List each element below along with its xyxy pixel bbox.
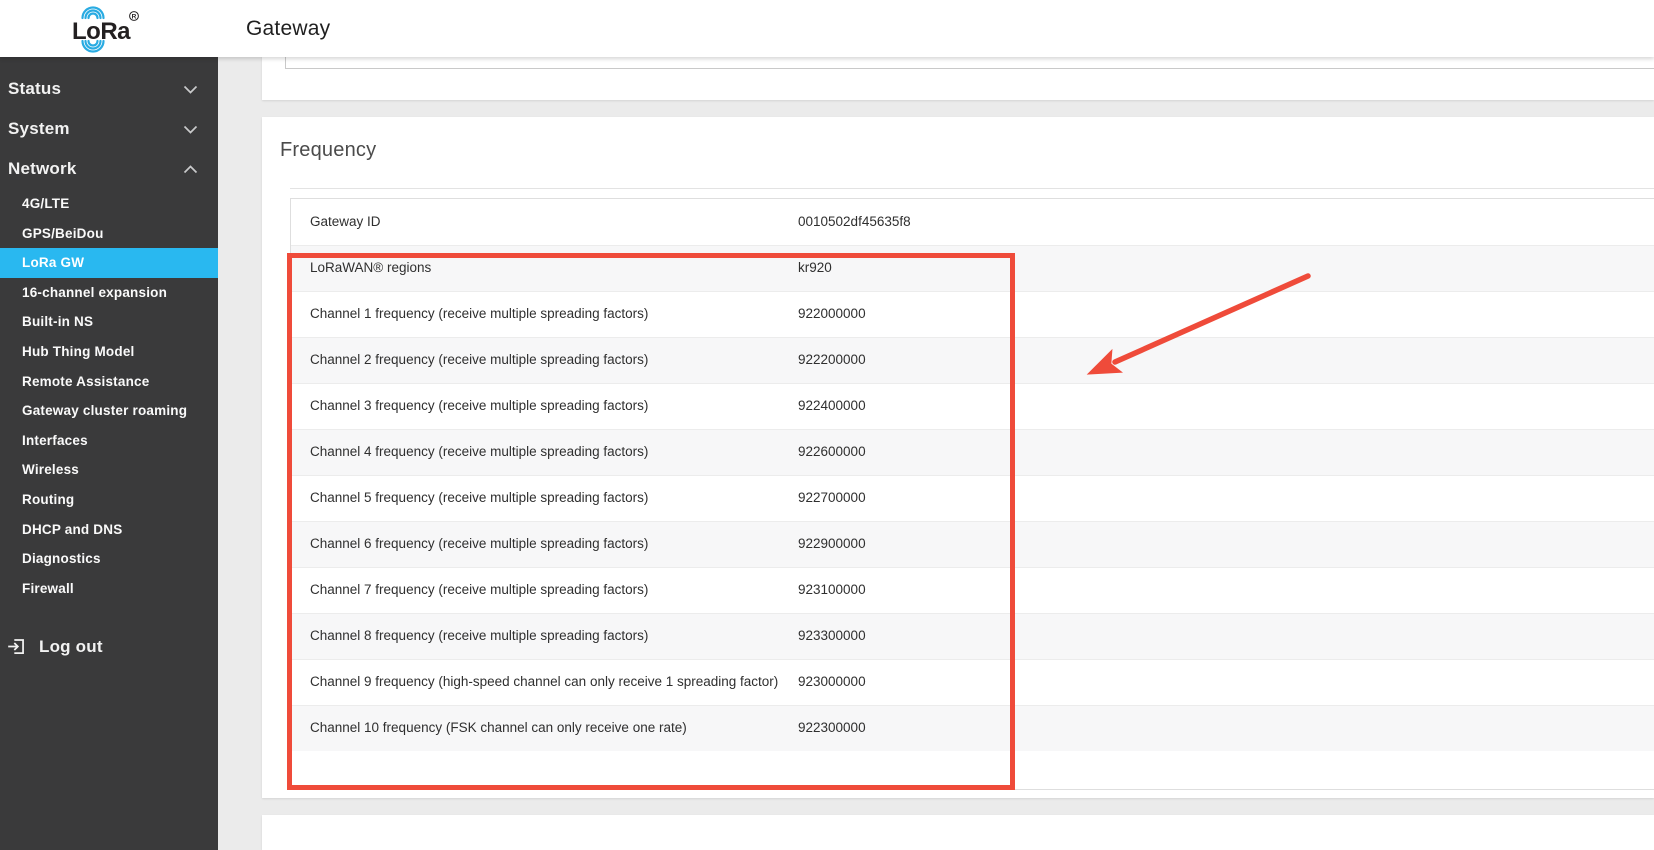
sidebar-item[interactable]: Wireless xyxy=(0,455,218,485)
table-row: LoRaWAN® regions kr920 xyxy=(291,245,1654,291)
row-value: 923000000 xyxy=(798,674,866,690)
logout-button[interactable]: Log out xyxy=(0,636,218,657)
sidebar-item[interactable]: Hub Thing Model xyxy=(0,337,218,367)
row-label: Channel 7 frequency (receive multiple sp… xyxy=(310,582,649,598)
row-value: 922000000 xyxy=(798,306,866,322)
sidebar-item[interactable]: Firewall xyxy=(0,574,218,604)
sidebar-section-label: Status xyxy=(8,79,62,98)
row-value: kr920 xyxy=(798,260,832,276)
row-value: 923300000 xyxy=(798,628,866,644)
sidebar-item[interactable]: 4G/LTE xyxy=(0,189,218,219)
table-row: Channel 7 frequency (receive multiple sp… xyxy=(291,567,1654,613)
sidebar-item[interactable]: Remote Assistance xyxy=(0,367,218,397)
row-value: 922300000 xyxy=(798,720,866,736)
row-label: Gateway ID xyxy=(310,213,381,229)
sidebar-section-label: Network xyxy=(8,159,77,178)
next-section-card xyxy=(262,815,1654,850)
row-label: Channel 8 frequency (receive multiple sp… xyxy=(310,628,649,644)
sidebar-item[interactable]: DHCP and DNS xyxy=(0,515,218,545)
title-divider xyxy=(290,188,1654,189)
svg-text:LoRa: LoRa xyxy=(72,18,131,45)
table-row: Channel 4 frequency (receive multiple sp… xyxy=(291,429,1654,475)
table-row: Channel 10 frequency (FSK channel can on… xyxy=(291,705,1654,751)
row-label: Channel 1 frequency (receive multiple sp… xyxy=(310,306,649,322)
row-label: Channel 5 frequency (receive multiple sp… xyxy=(310,490,649,506)
chevron-down-icon xyxy=(183,125,198,134)
sidebar-item[interactable]: Built-in NS xyxy=(0,307,218,337)
row-value: 922400000 xyxy=(798,398,866,414)
logout-icon xyxy=(6,636,27,657)
sidebar-item[interactable]: GPS/BeiDou xyxy=(0,219,218,249)
chevron-down-icon xyxy=(183,85,198,94)
lora-logo: LoRa R xyxy=(72,6,139,53)
section-title: Frequency xyxy=(280,139,377,161)
sidebar-section-status[interactable]: Status xyxy=(0,69,218,109)
table-row: Channel 5 frequency (receive multiple sp… xyxy=(291,475,1654,521)
sidebar-item[interactable]: Interfaces xyxy=(0,426,218,456)
table-row: Gateway ID 0010502df45635f8 xyxy=(291,199,1654,245)
table-row: Channel 2 frequency (receive multiple sp… xyxy=(291,337,1654,383)
app-header: LoRa R Gateway xyxy=(0,0,1654,57)
frequency-table: Gateway ID 0010502df45635f8 LoRaWAN® reg… xyxy=(290,198,1654,790)
row-value: 0010502df45635f8 xyxy=(798,213,911,229)
sidebar-section-network[interactable]: Network xyxy=(0,149,218,189)
table-row: Channel 9 frequency (high-speed channel … xyxy=(291,659,1654,705)
sidebar-item[interactable]: 16-channel expansion xyxy=(0,278,218,308)
svg-text:R: R xyxy=(132,14,137,21)
table-row: Channel 1 frequency (receive multiple sp… xyxy=(291,291,1654,337)
row-value: 922200000 xyxy=(798,352,866,368)
row-value: 923100000 xyxy=(798,582,866,598)
sidebar-item[interactable]: Routing xyxy=(0,485,218,515)
row-label: Channel 6 frequency (receive multiple sp… xyxy=(310,536,649,552)
sidebar-item[interactable]: Gateway cluster roaming xyxy=(0,396,218,426)
chevron-up-icon xyxy=(183,164,198,174)
sidebar-item[interactable]: LoRa GW xyxy=(0,248,218,278)
table-row: Channel 8 frequency (receive multiple sp… xyxy=(291,613,1654,659)
sidebar-item[interactable]: Diagnostics xyxy=(0,544,218,574)
row-label: LoRaWAN® regions xyxy=(310,260,432,276)
row-label: Channel 4 frequency (receive multiple sp… xyxy=(310,444,649,460)
logout-label: Log out xyxy=(39,636,103,656)
row-value: 922700000 xyxy=(798,490,866,506)
row-label: Channel 3 frequency (receive multiple sp… xyxy=(310,398,649,414)
frequency-card: Frequency Gateway ID 0010502df45635f8 Lo… xyxy=(262,117,1654,798)
sidebar-section-label: System xyxy=(8,119,70,138)
network-subnav: 4G/LTE GPS/BeiDou LoRa GW 16-channel exp… xyxy=(0,189,218,603)
table-row: Channel 6 frequency (receive multiple sp… xyxy=(291,521,1654,567)
row-label: Channel 9 frequency (high-speed channel … xyxy=(310,674,779,690)
page-title: Gateway xyxy=(246,17,331,40)
table-row: Channel 3 frequency (receive multiple sp… xyxy=(291,383,1654,429)
row-value: 922900000 xyxy=(798,536,866,552)
row-label: Channel 10 frequency (FSK channel can on… xyxy=(310,720,687,736)
sidebar: Status System Network 4G/LTE GPS/BeiDou … xyxy=(0,57,218,850)
row-value: 922600000 xyxy=(798,444,866,460)
sidebar-section-system[interactable]: System xyxy=(0,109,218,149)
row-label: Channel 2 frequency (receive multiple sp… xyxy=(310,352,649,368)
page-root: Frequency Gateway ID 0010502df45635f8 Lo… xyxy=(0,0,1654,850)
